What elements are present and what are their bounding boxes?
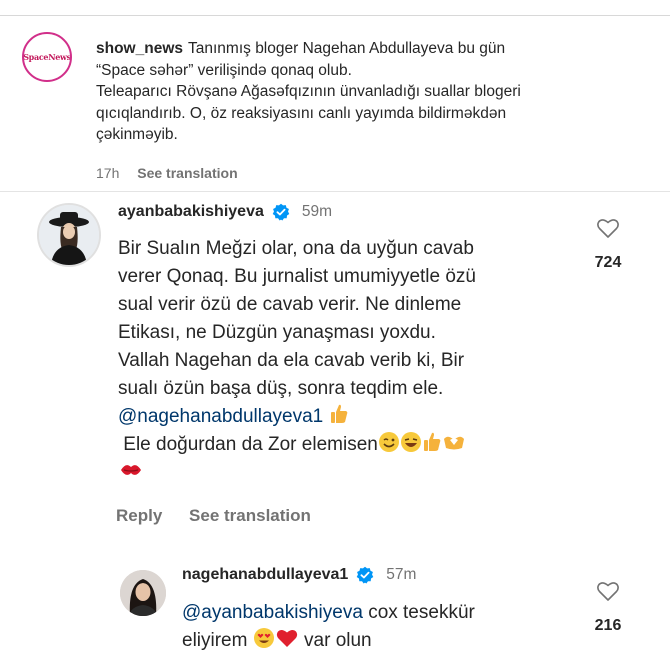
comment-1-body: Bir Sualın Meğzi olar, ona da uyğun cava… [118, 235, 578, 487]
caption-line-5: çəkinməyib. [96, 126, 178, 143]
comment-2-like-count: 216 [594, 617, 622, 634]
heart-outline-icon[interactable] [596, 217, 620, 239]
laughing-face-emoji-icon [400, 432, 421, 452]
comment-2-text-2a: eliyirem [182, 630, 248, 651]
comment-2-username[interactable]: nagehanabdullayeva1 [182, 566, 348, 584]
heart-outline-icon-2[interactable] [596, 580, 620, 602]
comment-1-line-3: sual verir özü de cavab verir. Ne dinlem… [118, 294, 462, 315]
comment-1-see-translation[interactable]: See translation [189, 506, 311, 525]
ayan-avatar-image [39, 205, 99, 265]
comment-1-actions: Reply See translation [116, 506, 333, 526]
thumbs-up-emoji-icon-2 [423, 432, 441, 451]
comment-1-last-line: Ele doğurdan da Zor elemisen [123, 434, 378, 455]
comment-1-mention[interactable]: @nagehanabdullayeva1 [118, 406, 323, 427]
top-divider [0, 15, 670, 16]
comment-1-line-1: Bir Sualın Meğzi olar, ona da uyğun cava… [118, 238, 474, 259]
verified-badge-icon-2 [357, 566, 374, 584]
verified-badge-icon [272, 203, 290, 221]
section-divider [0, 191, 670, 192]
heart-eyes-emoji-icon [253, 628, 274, 648]
comment-1-header: ayanbabakishiyeva 59m [118, 203, 332, 221]
kiss-mark-emoji-icon [121, 465, 141, 475]
comment-2-text-1: cox tesekkür [368, 602, 475, 623]
thumbs-up-emoji-icon [330, 404, 347, 423]
comment-1-time: 59m [301, 203, 333, 220]
caption-username[interactable]: show_news [96, 40, 183, 57]
post-caption: show_news Tanınmış bloger Nagehan Abdulla… [96, 38, 606, 146]
caption-line-2: “Space səhər” verilişində qonaq olub. [96, 61, 352, 79]
comment-2-text-2b: var olun [304, 630, 372, 651]
show-news-avatar[interactable]: SpaceNews [22, 32, 72, 82]
comment-1-username[interactable]: ayanbabakishiyeva [118, 203, 264, 221]
comment-1-line-4: Etikası, ne Düzgün yanaşması yoxdu. [118, 322, 436, 343]
comment-1-line-2: verer Qonaq. Bu jurnalist umumiyyetle öz… [118, 266, 476, 287]
caption-line-4: qıcıqlandırıb. O, öz reaksiyasını canlı … [96, 104, 507, 122]
caption-time: 17h [96, 165, 120, 181]
comment-1-line-6: sualı özün başa düş, sonra teqdim ele. [118, 378, 444, 399]
caption-line-3: Teleaparıcı Rövşanə Ağasəfqızının ünvanl… [96, 83, 521, 100]
comment-2-time: 57m [386, 566, 417, 583]
comment-2-like: 216 [588, 580, 628, 635]
red-heart-emoji-icon [276, 629, 297, 647]
comment-1-like-count: 724 [594, 254, 622, 271]
comment-2-header: nagehanabdullayeva1 57m [182, 566, 416, 584]
caption-meta: 17h See translation [96, 165, 252, 181]
caption-line-1: Tanınmış bloger Nagehan Abdullayeva bu g… [188, 40, 506, 57]
comment-1-like: 724 [588, 217, 628, 272]
nagehan-avatar[interactable] [120, 570, 166, 616]
avatar-logo: SpaceNews [23, 52, 71, 62]
comment-2-body: @ayanbabakishiyeva cox tesekkür eliyirem… [182, 599, 562, 655]
ayan-avatar[interactable] [37, 203, 101, 267]
comment-1-line-5: Vallah Nagehan da ela cavab verib ki, Bi… [118, 350, 465, 371]
caption-see-translation[interactable]: See translation [137, 165, 237, 181]
nagehan-avatar-image [120, 570, 166, 616]
comment-2-mention[interactable]: @ayanbabakishiyeva [182, 602, 363, 623]
wink-face-emoji-icon [378, 432, 399, 452]
heart-hands-emoji-icon [443, 436, 464, 450]
reply-button[interactable]: Reply [116, 506, 162, 525]
